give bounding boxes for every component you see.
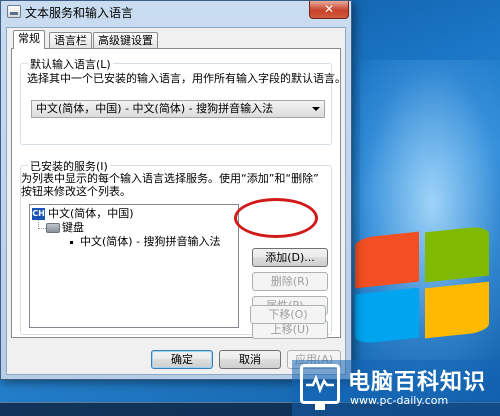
default-language-selected: 中文(简体，中国) - 中文(简体) - 搜狗拼音输入法 bbox=[36, 102, 274, 115]
installed-services-description-line1: 为列表中显示的每个输入语言选择服务。使用“添加”和“删除” bbox=[21, 172, 319, 185]
default-language-dropdown[interactable]: 中文(简体，中国) - 中文(简体) - 搜狗拼音输入法 bbox=[31, 100, 325, 118]
tree-language-label: 中文(简体，中国) bbox=[48, 207, 134, 220]
tab-advanced-key-settings[interactable]: 高级键设置 bbox=[93, 32, 158, 48]
window-title: 文本服务和输入语言 bbox=[25, 6, 134, 20]
cancel-button[interactable]: 取消 bbox=[219, 350, 281, 369]
close-button[interactable]: ✕ bbox=[309, 1, 349, 19]
ok-button[interactable]: 确定 bbox=[151, 350, 213, 369]
tab-panel-general: 默认输入语言(L) 选择其中一个已安装的输入语言，用作所有输入字段的默认语言。 … bbox=[11, 48, 346, 339]
tree-service-label: 中文(简体) - 搜狗拼音输入法 bbox=[80, 235, 221, 248]
move-down-button[interactable]: 下移(O) bbox=[250, 305, 326, 324]
site-watermark: 电脑百科知识 www.pc-daily.com bbox=[292, 360, 500, 416]
text-services-dialog: 文本服务和输入语言 ✕ 常规 语言栏 高级键设置 默认输入语言(L) 选择其中一… bbox=[0, 0, 352, 380]
tab-language-bar[interactable]: 语言栏 bbox=[49, 32, 92, 48]
tree-connector bbox=[38, 228, 46, 229]
watermark-title: 电脑百科知识 bbox=[348, 370, 487, 395]
keyboard-icon bbox=[46, 223, 60, 233]
installed-services-tree[interactable]: CH 中文(简体，中国) 键盘 中文(简体) - 搜狗拼音输入法 bbox=[29, 204, 239, 328]
default-language-label: 默认输入语言(L) bbox=[28, 56, 113, 72]
default-language-group: 默认输入语言(L) 选择其中一个已安装的输入语言，用作所有输入字段的默认语言。 … bbox=[20, 56, 346, 145]
installed-services-description-line2: 按钮来修改这个列表。 bbox=[21, 185, 131, 198]
monitor-logo-icon bbox=[300, 364, 340, 404]
keyboard-settings-icon bbox=[7, 5, 21, 18]
bullet-icon bbox=[70, 241, 73, 244]
language-flag-icon: CH bbox=[32, 208, 45, 220]
monitor-stand bbox=[315, 404, 325, 410]
add-button[interactable]: 添加(D)... bbox=[252, 248, 328, 267]
windows-logo bbox=[355, 225, 495, 345]
tree-category-label: 键盘 bbox=[62, 221, 84, 234]
tab-general[interactable]: 常规 bbox=[13, 30, 45, 49]
default-language-description: 选择其中一个已安装的输入语言，用作所有输入字段的默认语言。 bbox=[27, 72, 346, 85]
title-bar[interactable]: 文本服务和输入语言 ✕ bbox=[1, 1, 351, 23]
dialog-client-area: 常规 语言栏 高级键设置 默认输入语言(L) 选择其中一个已安装的输入语言，用作… bbox=[6, 27, 346, 375]
remove-button[interactable]: 删除(R) bbox=[252, 272, 328, 291]
watermark-url: www.pc-daily.com bbox=[350, 394, 449, 407]
chevron-down-icon[interactable] bbox=[312, 107, 320, 111]
